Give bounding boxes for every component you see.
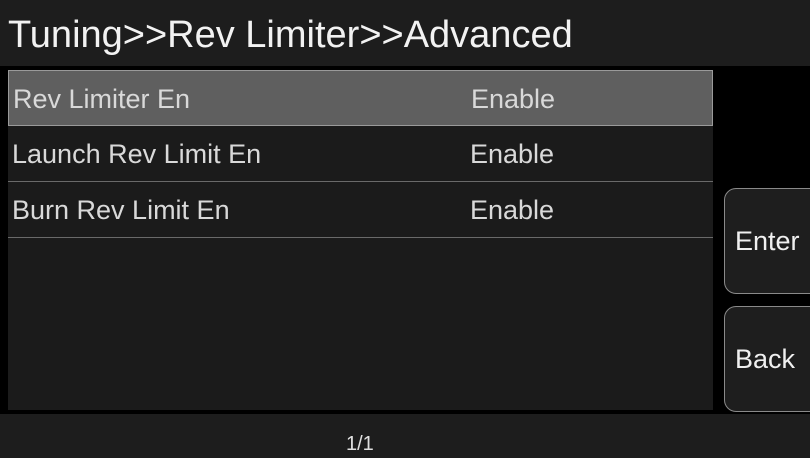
list-item-rev-limiter-en[interactable]: Rev Limiter En Enable [8,70,713,126]
enter-button-label: Enter [735,226,800,256]
back-button-label: Back [735,344,796,374]
enter-button[interactable]: Enter [724,188,810,294]
row-label: Rev Limiter En [13,84,191,114]
list-item-launch-rev-limit-en[interactable]: Launch Rev Limit En Enable [8,126,713,182]
row-value: Enable [470,139,555,169]
list-item-burn-rev-limit-en[interactable]: Burn Rev Limit En Enable [8,182,713,238]
row-value: Enable [471,84,556,114]
page-title: Tuning>>Rev Limiter>>Advanced [8,14,573,56]
back-button[interactable]: Back [724,306,810,412]
row-value: Enable [470,195,555,225]
row-label: Launch Rev Limit En [12,139,262,169]
row-label: Burn Rev Limit En [12,195,230,225]
title-bar: Tuning>>Rev Limiter>>Advanced [0,0,810,66]
page-indicator: 1/1 [346,433,374,455]
footer-bar: 1/1 [0,414,810,458]
settings-list: Rev Limiter En Enable Launch Rev Limit E… [8,70,713,410]
